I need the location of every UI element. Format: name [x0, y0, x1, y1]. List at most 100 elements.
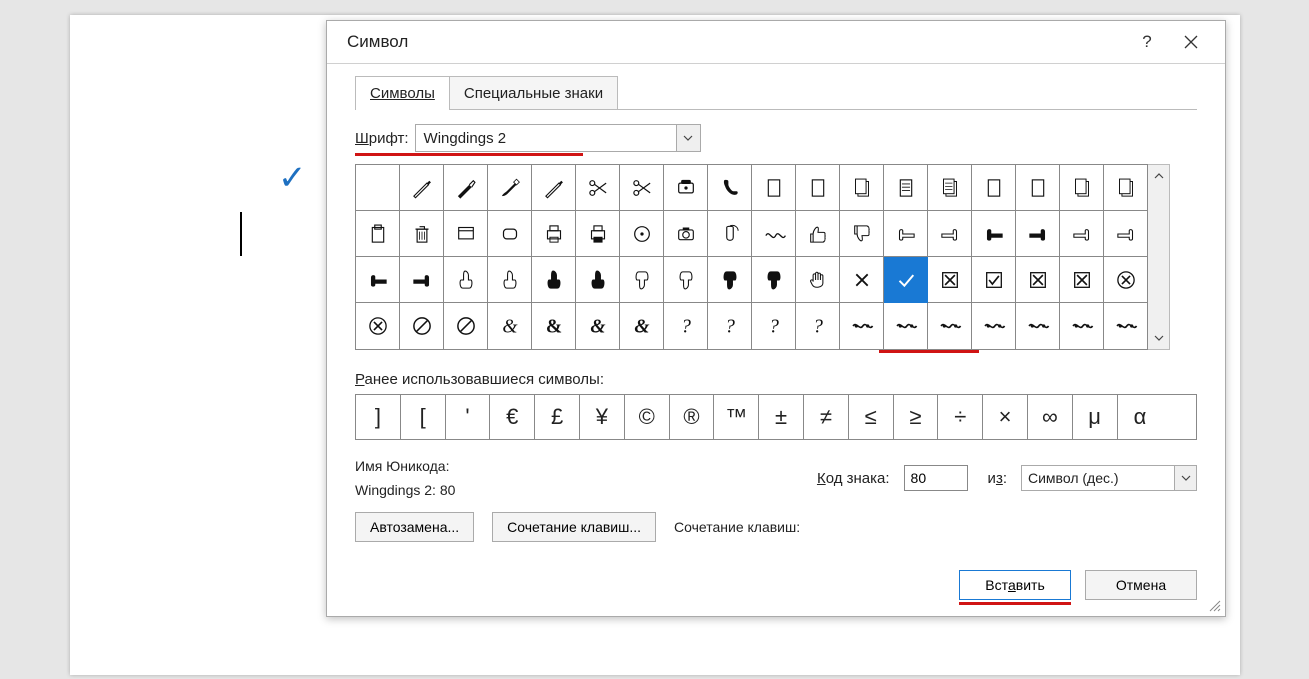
grid-scrollbar[interactable]: [1148, 164, 1170, 350]
recent-symbol[interactable]: ¥: [580, 395, 625, 439]
symbol-cell-trash[interactable]: [400, 211, 444, 257]
shortcut-key-button[interactable]: Сочетание клавиш...: [492, 512, 656, 542]
tab-special[interactable]: Специальные знаки: [449, 76, 618, 110]
symbol-cell-rounded-rect[interactable]: [488, 211, 532, 257]
symbol-cell-camera[interactable]: [664, 211, 708, 257]
recent-symbol[interactable]: £: [535, 395, 580, 439]
symbol-cell-mouse[interactable]: [708, 211, 752, 257]
symbol-cell-box-x2[interactable]: [1016, 257, 1060, 303]
symbol-cell-wave[interactable]: [752, 211, 796, 257]
symbol-cell-pages-stack2[interactable]: [1104, 165, 1148, 211]
recent-symbol[interactable]: ™: [714, 395, 759, 439]
symbol-cell-window[interactable]: [444, 211, 488, 257]
symbol-cell-pencil[interactable]: [532, 165, 576, 211]
recent-symbol[interactable]: μ: [1073, 395, 1118, 439]
symbol-cell-finger-up-open2[interactable]: [488, 257, 532, 303]
recent-symbol[interactable]: ±: [759, 395, 804, 439]
symbol-cell-question-script[interactable]: ?: [664, 303, 708, 349]
symbol-cell-hand-right-open[interactable]: [928, 211, 972, 257]
symbol-cell-box-check[interactable]: [972, 257, 1016, 303]
scroll-up-button[interactable]: [1148, 165, 1169, 187]
symbol-cell-printer-alt[interactable]: [576, 211, 620, 257]
symbol-cell-clipboard[interactable]: [356, 211, 400, 257]
symbol-cell-pages-stack[interactable]: [1060, 165, 1104, 211]
symbol-cell-question-script4[interactable]: ?: [796, 303, 840, 349]
scroll-track[interactable]: [1148, 187, 1169, 327]
autocorrect-button[interactable]: Автозамена...: [355, 512, 474, 542]
symbol-cell-finger-down-open2[interactable]: [664, 257, 708, 303]
symbol-cell-circle-x2[interactable]: [356, 303, 400, 349]
symbol-cell-ampersand-script[interactable]: &: [488, 303, 532, 349]
help-button[interactable]: ?: [1125, 21, 1169, 63]
symbol-cell-blank[interactable]: [356, 165, 400, 211]
symbol-cell-ampersand-bold[interactable]: &: [532, 303, 576, 349]
symbol-cell-hand-point-right[interactable]: [1104, 211, 1148, 257]
symbol-cell-flourish-3[interactable]: [928, 303, 972, 349]
symbol-cell-check[interactable]: [884, 257, 928, 303]
symbol-cell-flourish-2[interactable]: [884, 303, 928, 349]
font-dropdown-button[interactable]: [676, 125, 700, 151]
symbol-cell-pages-lines[interactable]: [928, 165, 972, 211]
symbol-cell-hand-left-solid[interactable]: [972, 211, 1016, 257]
symbol-cell-hand-left-solid2[interactable]: [356, 257, 400, 303]
recent-symbol[interactable]: ': [446, 395, 491, 439]
insert-button[interactable]: Вставить: [959, 570, 1071, 600]
symbol-cell-hand-right-solid2[interactable]: [400, 257, 444, 303]
symbol-cell-finger-down-open[interactable]: [620, 257, 664, 303]
symbol-cell-page-alt2[interactable]: [1016, 165, 1060, 211]
symbol-cell-ampersand-alt2[interactable]: &: [620, 303, 664, 349]
symbol-cell-box-x3[interactable]: [1060, 257, 1104, 303]
symbol-cell-finger-up-open[interactable]: [444, 257, 488, 303]
font-select[interactable]: Wingdings 2: [415, 124, 701, 152]
resize-grip[interactable]: [1207, 598, 1221, 612]
symbol-cell-hand-left-open[interactable]: [884, 211, 928, 257]
recent-symbol[interactable]: ≤: [849, 395, 894, 439]
cancel-button[interactable]: Отмена: [1085, 570, 1197, 600]
dialog-titlebar[interactable]: Символ ?: [327, 21, 1225, 63]
symbol-cell-circle-x[interactable]: [1104, 257, 1148, 303]
recent-symbol[interactable]: ∞: [1028, 395, 1073, 439]
symbol-cell-pen[interactable]: [400, 165, 444, 211]
from-dropdown-button[interactable]: [1174, 466, 1196, 490]
symbol-cell-brush[interactable]: [488, 165, 532, 211]
recent-symbol[interactable]: ©: [625, 395, 670, 439]
symbol-cell-finger-up-solid[interactable]: [532, 257, 576, 303]
symbol-cell-flourish-6[interactable]: [1060, 303, 1104, 349]
tab-symbols[interactable]: Символы: [355, 76, 450, 110]
symbol-cell-hand-spread[interactable]: [796, 257, 840, 303]
symbol-cell-thumb-down[interactable]: [840, 211, 884, 257]
symbol-cell-finger-down-solid2[interactable]: [752, 257, 796, 303]
symbol-cell-flourish-1[interactable]: [840, 303, 884, 349]
symbol-cell-page[interactable]: [752, 165, 796, 211]
symbol-cell-fountain-pen[interactable]: [444, 165, 488, 211]
symbol-cell-question-script2[interactable]: ?: [708, 303, 752, 349]
symbol-cell-thumb-up[interactable]: [796, 211, 840, 257]
symbol-cell-flourish-4[interactable]: [972, 303, 1016, 349]
symbol-cell-disc[interactable]: [620, 211, 664, 257]
symbol-cell-flourish-7[interactable]: [1104, 303, 1148, 349]
symbol-cell-page-alt[interactable]: [972, 165, 1016, 211]
symbol-cell-printer[interactable]: [532, 211, 576, 257]
scroll-down-button[interactable]: [1148, 327, 1169, 349]
symbol-cell-prohibit[interactable]: [400, 303, 444, 349]
symbol-cell-finger-up-solid2[interactable]: [576, 257, 620, 303]
close-button[interactable]: [1169, 21, 1213, 63]
symbol-cell-x-mark[interactable]: [840, 257, 884, 303]
recent-symbol[interactable]: ]: [356, 395, 401, 439]
symbol-cell-page-lines[interactable]: [884, 165, 928, 211]
recent-symbol[interactable]: ×: [983, 395, 1028, 439]
symbol-cell-flourish-5[interactable]: [1016, 303, 1060, 349]
symbol-cell-finger-down-solid[interactable]: [708, 257, 752, 303]
symbol-cell-scissors-1[interactable]: [576, 165, 620, 211]
symbol-cell-page-blank[interactable]: [796, 165, 840, 211]
symbol-cell-ampersand-alt[interactable]: &: [576, 303, 620, 349]
symbol-cell-hand-right-solid[interactable]: [1016, 211, 1060, 257]
symbol-cell-question-script3[interactable]: ?: [752, 303, 796, 349]
symbol-cell-hand-point-open[interactable]: [1060, 211, 1104, 257]
recent-symbol[interactable]: €: [490, 395, 535, 439]
symbol-cell-pages-copy[interactable]: [840, 165, 884, 211]
symbol-cell-handset[interactable]: [708, 165, 752, 211]
recent-symbol[interactable]: α: [1118, 395, 1163, 439]
symbol-cell-prohibit2[interactable]: [444, 303, 488, 349]
recent-symbol[interactable]: ≠: [804, 395, 849, 439]
